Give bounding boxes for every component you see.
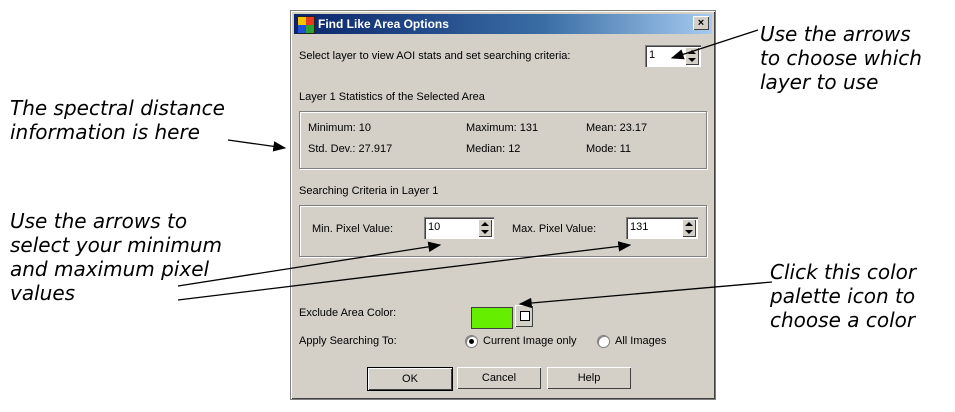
leader-min bbox=[177, 241, 442, 287]
leader-max bbox=[177, 241, 632, 301]
leader-palette bbox=[518, 281, 773, 309]
leader-spectral bbox=[227, 139, 287, 152]
leader-layer bbox=[670, 29, 759, 60]
annotation-leaders bbox=[177, 29, 773, 309]
